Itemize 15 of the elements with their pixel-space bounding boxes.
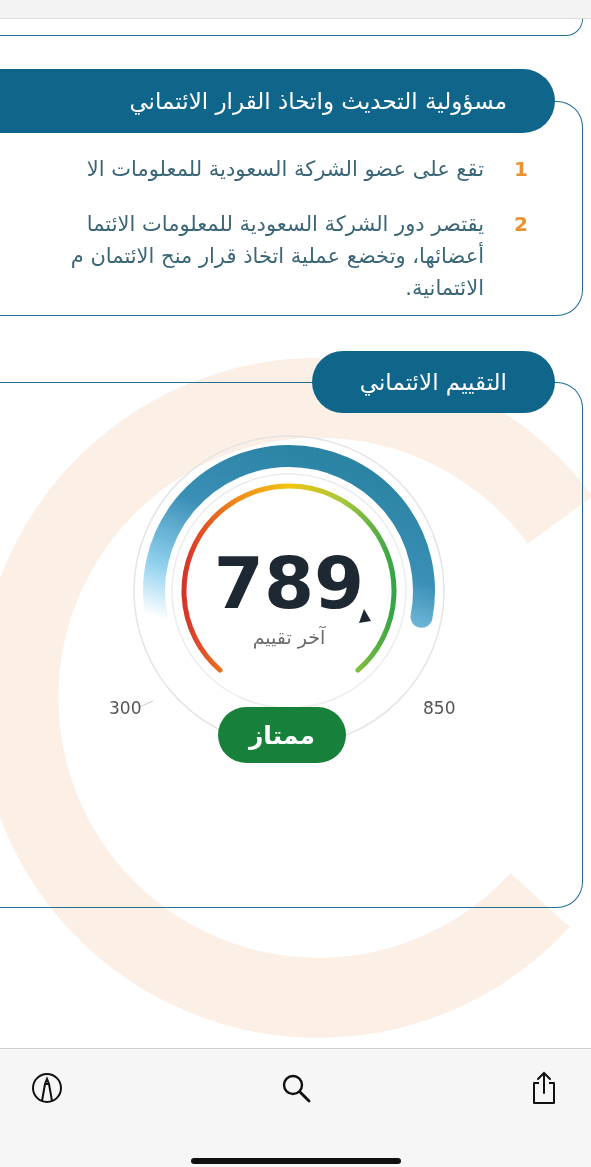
item-text: يقتصر دور الشركة السعودية للمعلومات الائتما bbox=[86, 211, 484, 238]
item-text: أعضائها، وتخضع عملية اتخاذ قرار منح الائتمان م bbox=[70, 241, 484, 270]
score-caption: آخر تقييم bbox=[252, 625, 326, 649]
credit-score: 789 bbox=[213, 543, 365, 623]
item-text: الائتمانية. bbox=[405, 275, 484, 302]
item-number: 2 bbox=[513, 211, 529, 238]
markup-icon[interactable] bbox=[30, 1071, 64, 1105]
item-text: تقع على عضو الشركة السعودية للمعلومات الا bbox=[86, 156, 484, 183]
item-number: 1 bbox=[513, 156, 529, 183]
min-label: 300 bbox=[109, 697, 142, 719]
pointer-icon bbox=[359, 609, 371, 623]
grade-badge: ممتاز bbox=[218, 707, 346, 763]
max-label: 850 bbox=[423, 697, 456, 719]
section-title: التقييم الائتماني bbox=[311, 351, 555, 413]
section-title: مسؤولية التحديث واتخاذ القرار الائتماني bbox=[0, 69, 555, 133]
